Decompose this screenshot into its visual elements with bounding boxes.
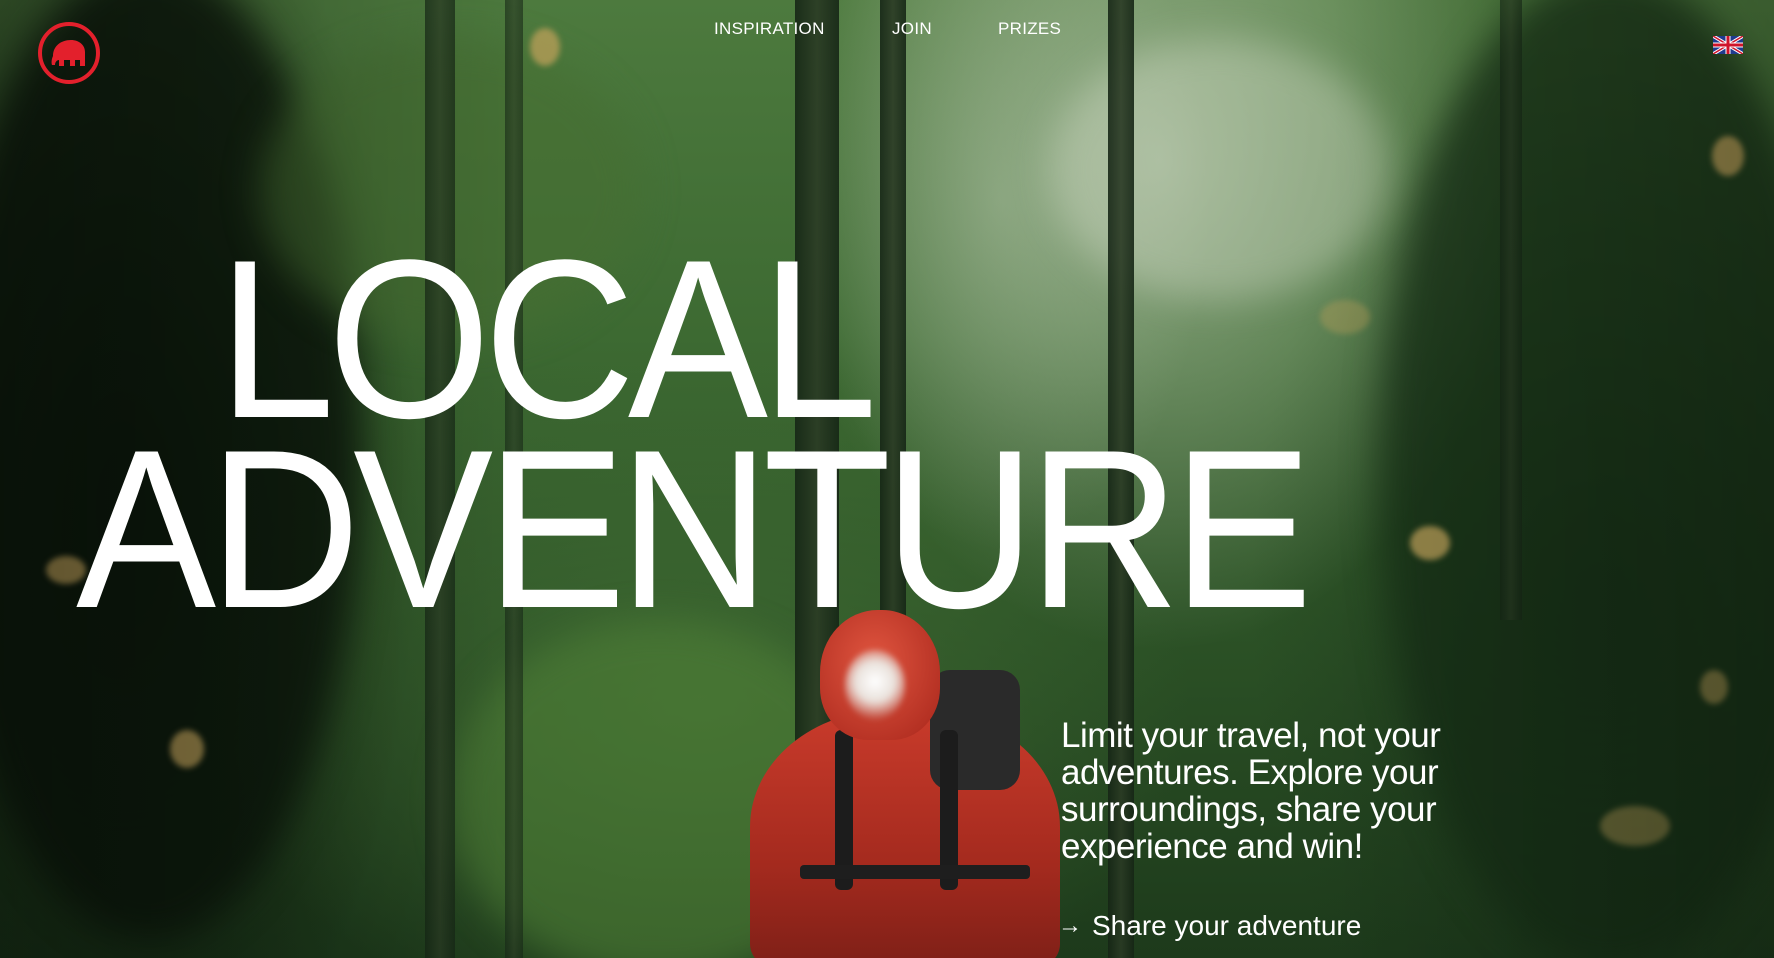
nav-item-inspiration[interactable]: INSPIRATION xyxy=(714,19,825,39)
hero-background: INSPIRATION JOIN PRIZES LOCAL ADVENTURE … xyxy=(0,0,1774,958)
nav-item-prizes[interactable]: PRIZES xyxy=(998,19,1061,39)
share-adventure-label: Share your adventure xyxy=(1092,910,1362,941)
main-nav: INSPIRATION JOIN PRIZES xyxy=(0,19,1774,43)
uk-flag-icon[interactable] xyxy=(1712,34,1744,56)
nav-item-join[interactable]: JOIN xyxy=(892,19,932,39)
hero-headline-line2: ADVENTURE xyxy=(76,402,1313,655)
arrow-right-icon: → xyxy=(1058,912,1082,939)
share-adventure-link[interactable]: → Share your adventure xyxy=(1058,910,1361,942)
hero-tagline: Limit your travel, not your adventures. … xyxy=(1061,716,1441,866)
